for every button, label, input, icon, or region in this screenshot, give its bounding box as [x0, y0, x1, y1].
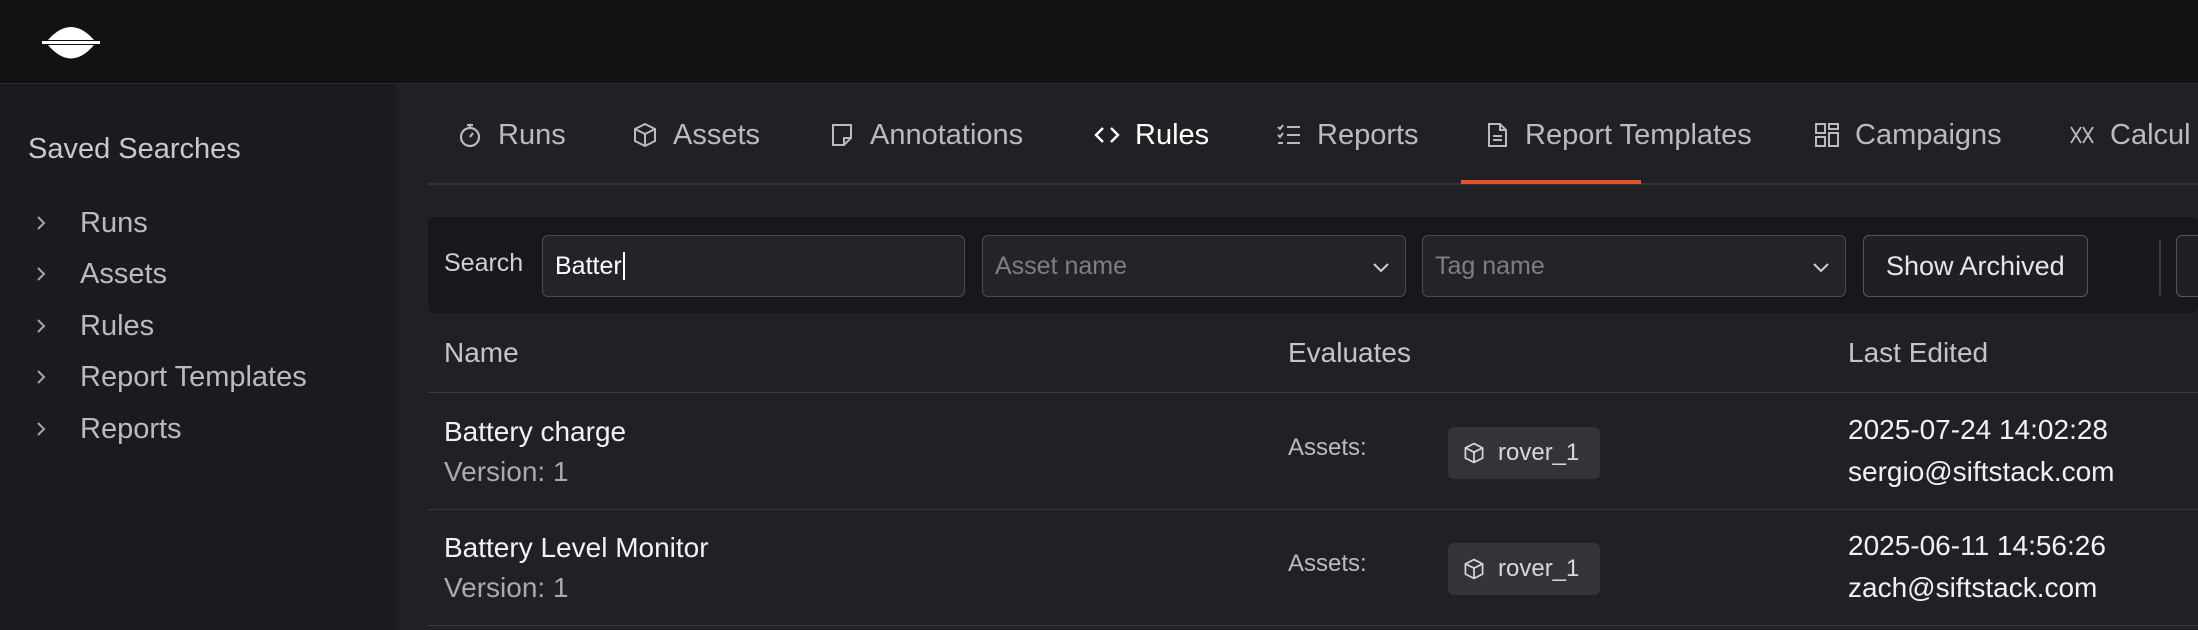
app-logo-icon[interactable]: [38, 20, 104, 64]
filter-bar: Search Batter Asset name Tag name Show A…: [428, 217, 2198, 313]
column-header-evaluates[interactable]: Evaluates: [1288, 337, 1411, 369]
search-input[interactable]: Batter: [542, 235, 965, 297]
tab-label: Rules: [1135, 118, 1210, 151]
checklist-icon: [1277, 124, 1300, 144]
tab-label: Report Templates: [1525, 118, 1752, 151]
code-icon: [1094, 127, 1120, 143]
tab-annotations[interactable]: Annotations: [828, 85, 1024, 183]
table-header: Name Evaluates Last Edited: [428, 313, 2198, 393]
sidebar-title: Saved Searches: [28, 133, 241, 165]
table-row[interactable]: Battery Level Monitor Version: 1 Assets:…: [428, 510, 2198, 626]
search-label: Search: [444, 249, 524, 277]
asset-name-placeholder: Asset name: [995, 251, 1128, 280]
tab-label: Calcul: [2110, 118, 2191, 151]
sidebar-item-rules[interactable]: Rules: [28, 301, 368, 351]
rule-version: Version: 1: [444, 572, 569, 603]
tab-label: Runs: [498, 118, 566, 151]
clear-button[interactable]: Cl: [2176, 235, 2198, 297]
tab-campaigns[interactable]: Campaigns: [1813, 85, 2002, 183]
sidebar: Saved Searches Runs Assets Rules Report …: [0, 85, 396, 630]
stopwatch-icon: [459, 123, 481, 148]
text-cursor: [622, 252, 625, 280]
sidebar-item-label: Assets: [80, 257, 168, 290]
tag-name-select[interactable]: Tag name: [1422, 235, 1846, 297]
tab-label: Campaigns: [1855, 118, 2002, 151]
sidebar-item-assets[interactable]: Assets: [28, 249, 368, 299]
assets-label: Assets:: [1288, 550, 1367, 577]
tab-runs[interactable]: Runs: [456, 85, 566, 183]
sidebar-item-label: Report Templates: [80, 360, 307, 393]
chevron-right-icon: [37, 319, 46, 333]
tab-reports[interactable]: Reports: [1275, 85, 1419, 183]
chevron-down-icon: [1373, 263, 1389, 273]
top-bar: [0, 0, 2198, 84]
chevron-right-icon: [37, 216, 46, 230]
grid-icon: [1815, 123, 1839, 147]
main-content: Runs Assets Annotations Rules Reports Re…: [396, 85, 2198, 630]
last-edited-user: sergio@siftstack.com: [1848, 456, 2115, 487]
sidebar-item-report-templates[interactable]: Report Templates: [28, 352, 368, 402]
rule-name[interactable]: Battery charge: [444, 416, 626, 448]
tab-rules[interactable]: Rules: [1093, 85, 1210, 183]
search-input-value: Batter: [555, 251, 622, 280]
rule-name[interactable]: Battery Level Monitor: [444, 532, 709, 564]
tab-calculated[interactable]: Calcul: [2068, 85, 2191, 183]
sidebar-item-label: Rules: [80, 309, 155, 342]
column-header-name[interactable]: Name: [444, 337, 519, 369]
asset-chip-label: rover_1: [1498, 439, 1580, 466]
table-row[interactable]: Battery charge Version: 1 Assets: rover_…: [428, 394, 2198, 510]
divider: [2159, 239, 2161, 295]
asset-chip[interactable]: rover_1: [1448, 427, 1600, 479]
chevron-right-icon: [37, 267, 46, 281]
assets-label: Assets:: [1288, 434, 1367, 461]
active-tab-indicator: [1461, 180, 1641, 184]
tab-report-templates[interactable]: Report Templates: [1483, 85, 1752, 183]
chevron-down-icon: [1813, 263, 1829, 273]
sidebar-item-runs[interactable]: Runs: [28, 198, 368, 248]
cube-icon: [1464, 442, 1484, 464]
chevron-right-icon: [37, 370, 46, 384]
last-edited-user: zach@siftstack.com: [1848, 572, 2098, 603]
cube-icon: [1464, 558, 1484, 580]
asset-chip[interactable]: rover_1: [1448, 543, 1600, 595]
asset-chip-label: rover_1: [1498, 555, 1580, 582]
sidebar-item-reports[interactable]: Reports: [28, 404, 368, 454]
tab-assets[interactable]: Assets: [631, 85, 761, 183]
cube-icon: [634, 122, 656, 148]
tag-name-placeholder: Tag name: [1435, 251, 1545, 280]
tab-label: Assets: [673, 118, 761, 151]
function-icon: [2070, 126, 2094, 144]
show-archived-button[interactable]: Show Archived: [1863, 235, 2088, 297]
last-edited-date: 2025-06-11 14:56:26: [1848, 530, 2106, 561]
column-header-last-edited[interactable]: Last Edited: [1848, 337, 1988, 369]
sidebar-item-label: Reports: [80, 412, 182, 445]
sidebar-item-label: Runs: [80, 206, 148, 239]
last-edited-date: 2025-07-24 14:02:28: [1848, 414, 2108, 445]
tab-label: Annotations: [870, 118, 1024, 151]
chevron-right-icon: [37, 422, 46, 436]
rule-version: Version: 1: [444, 456, 569, 487]
document-icon: [1488, 123, 1507, 147]
tab-bar: Runs Assets Annotations Rules Reports Re…: [428, 85, 2198, 185]
asset-name-select[interactable]: Asset name: [982, 235, 1406, 297]
tab-label: Reports: [1317, 118, 1419, 151]
note-icon: [832, 124, 852, 146]
